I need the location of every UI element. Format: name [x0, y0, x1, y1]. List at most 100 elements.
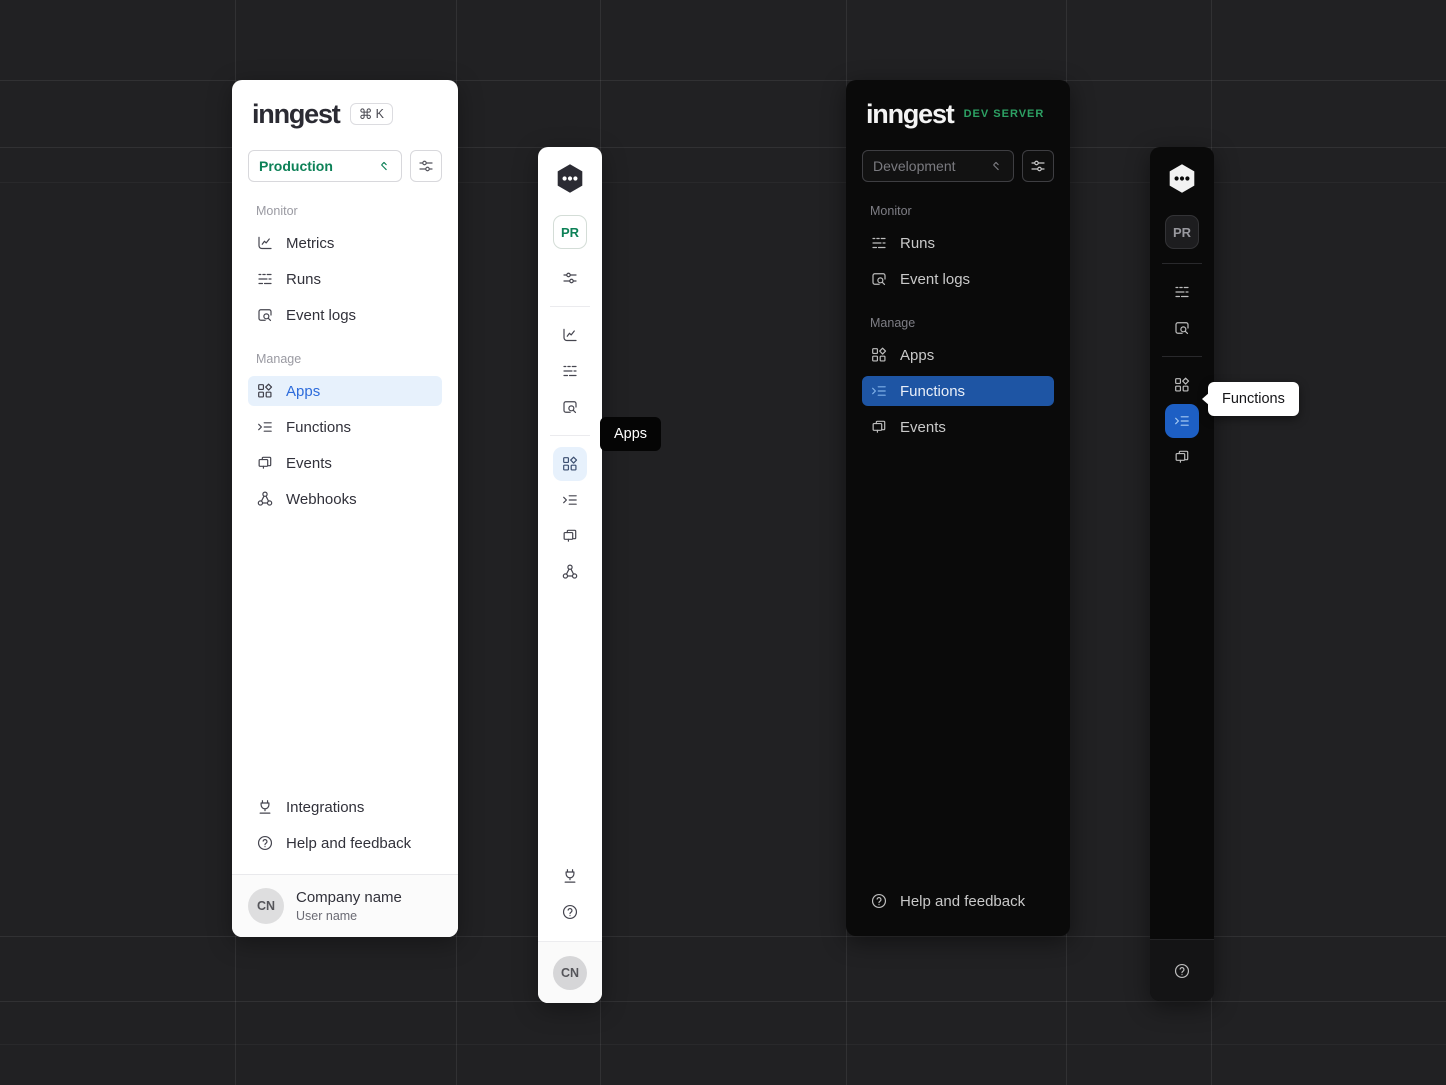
- rail-item-integrations[interactable]: [553, 859, 587, 893]
- sidebar-item-events[interactable]: Events: [862, 412, 1054, 442]
- sidebar-item-help[interactable]: Help and feedback: [862, 886, 1054, 916]
- inngest-logo: inngest: [252, 101, 340, 128]
- rail-item-help[interactable]: [1165, 954, 1199, 988]
- sidebar-item-integrations[interactable]: Integrations: [248, 792, 442, 822]
- environment-row: Production: [248, 150, 442, 182]
- sidebar-item-label: Functions: [900, 383, 965, 400]
- environment-value: Development: [873, 158, 956, 174]
- sidebar-item-event-logs[interactable]: Event logs: [248, 300, 442, 330]
- sidebar-item-label: Help and feedback: [900, 893, 1025, 910]
- grid-line: [0, 936, 1446, 937]
- environment-badge[interactable]: PR: [1165, 215, 1199, 249]
- event-logs-icon: [870, 270, 888, 288]
- divider: [550, 306, 590, 307]
- spacer: [862, 448, 1054, 886]
- sidebar-item-label: Integrations: [286, 799, 364, 816]
- dev-server-badge: DEV SERVER: [964, 108, 1045, 120]
- sidebar-item-help[interactable]: Help and feedback: [248, 828, 442, 858]
- functions-icon: [870, 382, 888, 400]
- sidebar-item-label: Event logs: [900, 271, 970, 288]
- sidebar-item-functions[interactable]: Functions: [862, 376, 1054, 406]
- environment-value: Production: [259, 158, 333, 174]
- sidebar-item-label: Events: [286, 455, 332, 472]
- sliders-icon: [1029, 157, 1047, 175]
- environment-badge[interactable]: PR: [553, 215, 587, 249]
- apps-icon: [1173, 376, 1191, 394]
- inngest-logo: inngest: [866, 101, 954, 128]
- dev-sidebar: inngest DEV SERVER Development Monitor R…: [846, 80, 1070, 936]
- runs-icon: [256, 270, 274, 288]
- sliders-icon: [561, 269, 579, 287]
- events-icon: [561, 527, 579, 545]
- sidebar-item-event-logs[interactable]: Event logs: [862, 264, 1054, 294]
- rail-item-apps[interactable]: [553, 447, 587, 481]
- rail-item-events[interactable]: [1165, 440, 1199, 474]
- apps-icon: [870, 346, 888, 364]
- help-icon: [1173, 962, 1191, 980]
- tooltip-functions: Functions: [1208, 382, 1299, 416]
- metrics-icon: [256, 234, 274, 252]
- apps-icon: [256, 382, 274, 400]
- events-icon: [256, 454, 274, 472]
- brand-row: inngest ⌘ K: [248, 100, 442, 128]
- select-chevrons-icon: [377, 159, 391, 173]
- rail-item-help[interactable]: [553, 895, 587, 929]
- environment-filter-button[interactable]: [553, 261, 587, 295]
- sidebar-item-events[interactable]: Events: [248, 448, 442, 478]
- account-menu[interactable]: CN Company name User name: [232, 874, 458, 937]
- sidebar-item-label: Webhooks: [286, 491, 357, 508]
- command-k-shortcut[interactable]: ⌘ K: [350, 103, 393, 125]
- avatar[interactable]: CN: [553, 956, 587, 990]
- grid-line: [0, 80, 1446, 81]
- sidebar-item-label: Events: [900, 419, 946, 436]
- shortcut-key: K: [376, 107, 384, 121]
- rail-footer: [1150, 939, 1214, 1001]
- section-label-manage: Manage: [870, 316, 1046, 330]
- sidebar-item-webhooks[interactable]: Webhooks: [248, 484, 442, 514]
- help-icon: [561, 903, 579, 921]
- rail-item-functions[interactable]: [553, 483, 587, 517]
- sidebar-item-label: Event logs: [286, 307, 356, 324]
- sidebar-item-runs[interactable]: Runs: [862, 228, 1054, 258]
- rail-item-metrics[interactable]: [553, 318, 587, 352]
- environment-filter-button[interactable]: [1022, 150, 1054, 182]
- section-label-manage: Manage: [256, 352, 434, 366]
- grid-line: [0, 1001, 1446, 1002]
- select-chevrons-icon: [989, 159, 1003, 173]
- grid-line: [0, 147, 1446, 148]
- rail-item-webhooks[interactable]: [553, 555, 587, 589]
- sidebar-item-metrics[interactable]: Metrics: [248, 228, 442, 258]
- tooltip-label: Functions: [1222, 391, 1285, 407]
- environment-select[interactable]: Development: [862, 150, 1014, 182]
- rail-item-runs[interactable]: [1165, 275, 1199, 309]
- rail-item-functions[interactable]: [1165, 404, 1199, 438]
- inngest-hexagon-logo: [555, 163, 585, 195]
- functions-icon: [1173, 412, 1191, 430]
- rail-item-event-logs[interactable]: [1165, 311, 1199, 345]
- sidebar-item-apps[interactable]: Apps: [248, 376, 442, 406]
- sidebar-nav: Monitor Metrics Runs Event logs Manage A…: [248, 182, 442, 520]
- help-icon: [256, 834, 274, 852]
- rail-item-apps[interactable]: [1165, 368, 1199, 402]
- event-logs-icon: [1173, 319, 1191, 337]
- sliders-icon: [417, 157, 435, 175]
- help-icon: [870, 892, 888, 910]
- sidebar-item-apps[interactable]: Apps: [862, 340, 1054, 370]
- rail-item-runs[interactable]: [553, 354, 587, 388]
- sidebar-item-runs[interactable]: Runs: [248, 264, 442, 294]
- command-icon: ⌘: [359, 106, 373, 123]
- environment-filter-button[interactable]: [410, 150, 442, 182]
- rail-account-footer: CN: [538, 941, 602, 1003]
- sidebar-item-functions[interactable]: Functions: [248, 412, 442, 442]
- rail-item-event-logs[interactable]: [553, 390, 587, 424]
- events-icon: [870, 418, 888, 436]
- functions-icon: [256, 418, 274, 436]
- runs-icon: [561, 362, 579, 380]
- environment-row: Development: [862, 150, 1054, 182]
- account-text: Company name User name: [296, 889, 402, 923]
- environment-select[interactable]: Production: [248, 150, 402, 182]
- rail-item-events[interactable]: [553, 519, 587, 553]
- cloud-rail-collapsed: PR CN: [538, 147, 602, 1003]
- dev-rail-collapsed: PR: [1150, 147, 1214, 1001]
- tooltip-label: Apps: [614, 426, 647, 442]
